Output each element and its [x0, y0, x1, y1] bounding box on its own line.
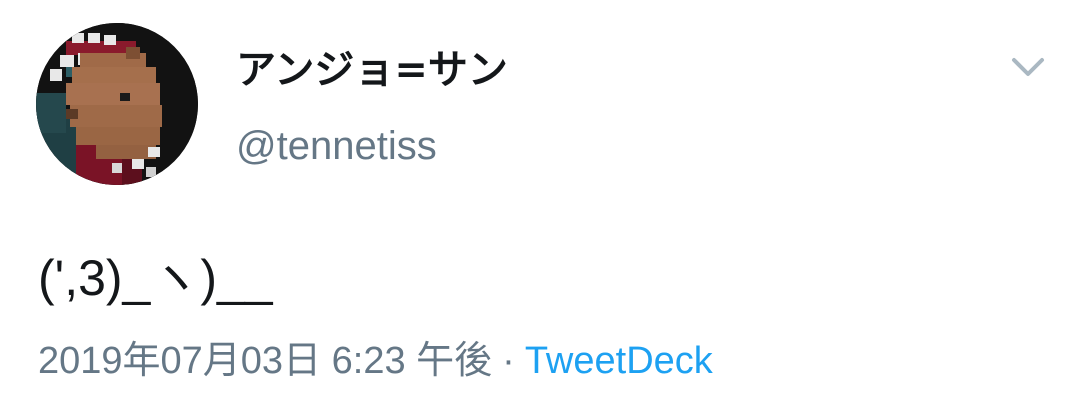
- tweet-meta: 2019年07月03日 6:23 午後 · TweetDeck: [38, 338, 713, 384]
- tweet-card: アンジョ=サン @tennetiss (',3)_ヽ)__ 2019年07月03…: [0, 0, 1080, 403]
- chevron-down-icon[interactable]: [1006, 50, 1050, 86]
- pixel-art-avatar-icon: [36, 23, 198, 185]
- avatar[interactable]: [36, 23, 198, 185]
- tweet-text: (',3)_ヽ)__: [38, 250, 273, 306]
- user-handle[interactable]: @tennetiss: [236, 122, 437, 170]
- source-link[interactable]: TweetDeck: [525, 340, 713, 382]
- timestamp[interactable]: 2019年07月03日 6:23 午後: [38, 340, 492, 382]
- meta-separator: ·: [502, 340, 515, 382]
- display-name[interactable]: アンジョ=サン: [236, 46, 508, 94]
